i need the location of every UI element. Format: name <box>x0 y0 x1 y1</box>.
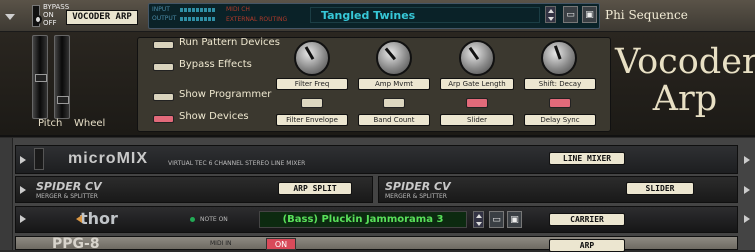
arp-gate-length-label: Arp Gate Length <box>440 78 514 90</box>
expand-icon[interactable] <box>744 186 750 194</box>
spider-right-tape-label[interactable]: SLIDER <box>626 182 694 195</box>
device-title-line2: Arp <box>652 79 718 119</box>
band-count-label: Band Count <box>358 114 430 126</box>
spider-left-subtitle: MERGER & SPLITTER <box>36 193 98 200</box>
band-count-button[interactable] <box>383 98 405 108</box>
expand-icon[interactable] <box>20 215 26 223</box>
amp-mvmt-label: Amp Mvmt <box>358 78 430 90</box>
shift-decay-label: Shift: Decay <box>524 78 596 90</box>
save-icon[interactable]: ▣ <box>582 6 597 23</box>
filter-freq-knob[interactable] <box>294 40 330 76</box>
ppg-on-button[interactable]: ON <box>266 238 296 250</box>
on-label: ON <box>43 11 54 19</box>
io-meter: INPUT OUTPUT <box>152 5 216 27</box>
thor-logo-icon <box>76 215 82 223</box>
run-pattern-devices-button[interactable] <box>153 41 174 49</box>
amp-mvmt-knob[interactable] <box>376 40 412 76</box>
patch-title: Phi Sequence <box>605 8 688 22</box>
mod-wheel[interactable] <box>54 35 70 119</box>
pitch-label: Pitch <box>38 118 63 129</box>
note-on-label: NOTE ON <box>200 216 228 223</box>
delay-sync-label: Delay Sync <box>524 114 596 126</box>
device-title-line1: Vocoder <box>615 42 755 82</box>
folder-icon[interactable]: ▭ <box>563 6 578 23</box>
ppg-device <box>15 236 738 250</box>
slider-label: Slider <box>440 114 514 126</box>
pitch-wheel[interactable] <box>32 35 48 119</box>
off-label: OFF <box>43 19 57 27</box>
spider-left-title: SPIDER CV <box>36 180 102 193</box>
down-arrow-icon[interactable] <box>548 17 554 21</box>
device-fold-handle[interactable] <box>34 148 44 170</box>
bypass-on-off-switch[interactable] <box>32 5 42 27</box>
folder-icon[interactable]: ▭ <box>489 211 504 228</box>
wheel-label: Wheel <box>74 118 106 129</box>
patch-select-arrows[interactable] <box>545 6 556 23</box>
show-devices-button[interactable] <box>153 115 174 123</box>
filter-freq-label: Filter Freq <box>276 78 348 90</box>
midi-channel-label: MIDI CH <box>226 6 250 13</box>
output-meter-bar <box>180 17 216 21</box>
device-title: Vocoder Arp <box>615 44 755 118</box>
thor-patch-select-arrows[interactable] <box>473 211 484 228</box>
arp-gate-length-knob[interactable] <box>459 40 495 76</box>
bypass-effects-button[interactable] <box>153 63 174 71</box>
input-meter-bar <box>180 8 216 12</box>
expand-icon[interactable] <box>744 215 750 223</box>
expand-icon[interactable] <box>744 156 750 164</box>
note-on-led <box>190 217 195 222</box>
shift-decay-knob[interactable] <box>541 40 577 76</box>
expand-icon[interactable] <box>20 186 26 194</box>
bypass-effects-label: Bypass Effects <box>179 59 252 70</box>
rack-rail <box>0 138 13 250</box>
fold-toggle-icon[interactable] <box>5 14 15 20</box>
spider-right-title: SPIDER CV <box>385 180 451 193</box>
ppg-tape-label[interactable]: ARP <box>549 239 625 252</box>
thor-logo: thor <box>80 209 118 228</box>
ppg-midi-label: MIDI IN <box>210 240 232 247</box>
show-programmer-button[interactable] <box>153 93 174 101</box>
spider-left-tape-label[interactable]: ARP SPLIT <box>278 182 352 195</box>
slider-button[interactable] <box>466 98 488 108</box>
delay-sync-button[interactable] <box>549 98 571 108</box>
filter-envelope-label: Filter Envelope <box>276 114 348 126</box>
patch-name-display[interactable]: Tangled Twines <box>310 7 540 23</box>
input-meter-label: INPUT <box>152 6 170 13</box>
show-devices-label: Show Devices <box>179 111 249 122</box>
micromix-subtitle: VIRTUAL TEC 6 CHANNEL STEREO LINE MIXER <box>168 160 306 167</box>
thor-patch-display[interactable]: (Bass) Pluckin Jammorama 3 <box>259 211 467 228</box>
run-pattern-devices-label: Run Pattern Devices <box>179 37 280 48</box>
external-routing-label: EXTERNAL ROUTING <box>226 16 288 23</box>
thor-tape-label[interactable]: CARRIER <box>549 213 625 226</box>
filter-envelope-button[interactable] <box>301 98 323 108</box>
micromix-logo: microMIX <box>68 150 149 167</box>
up-arrow-icon[interactable] <box>548 9 554 13</box>
output-meter-label: OUTPUT <box>152 15 177 22</box>
micromix-tape-label[interactable]: LINE MIXER <box>549 152 625 165</box>
save-icon[interactable]: ▣ <box>507 211 522 228</box>
device-name-tape[interactable]: VOCODER ARP <box>66 10 138 25</box>
spider-right-subtitle: MERGER & SPLITTER <box>385 193 447 200</box>
show-programmer-label: Show Programmer <box>179 89 272 100</box>
expand-icon[interactable] <box>20 156 26 164</box>
